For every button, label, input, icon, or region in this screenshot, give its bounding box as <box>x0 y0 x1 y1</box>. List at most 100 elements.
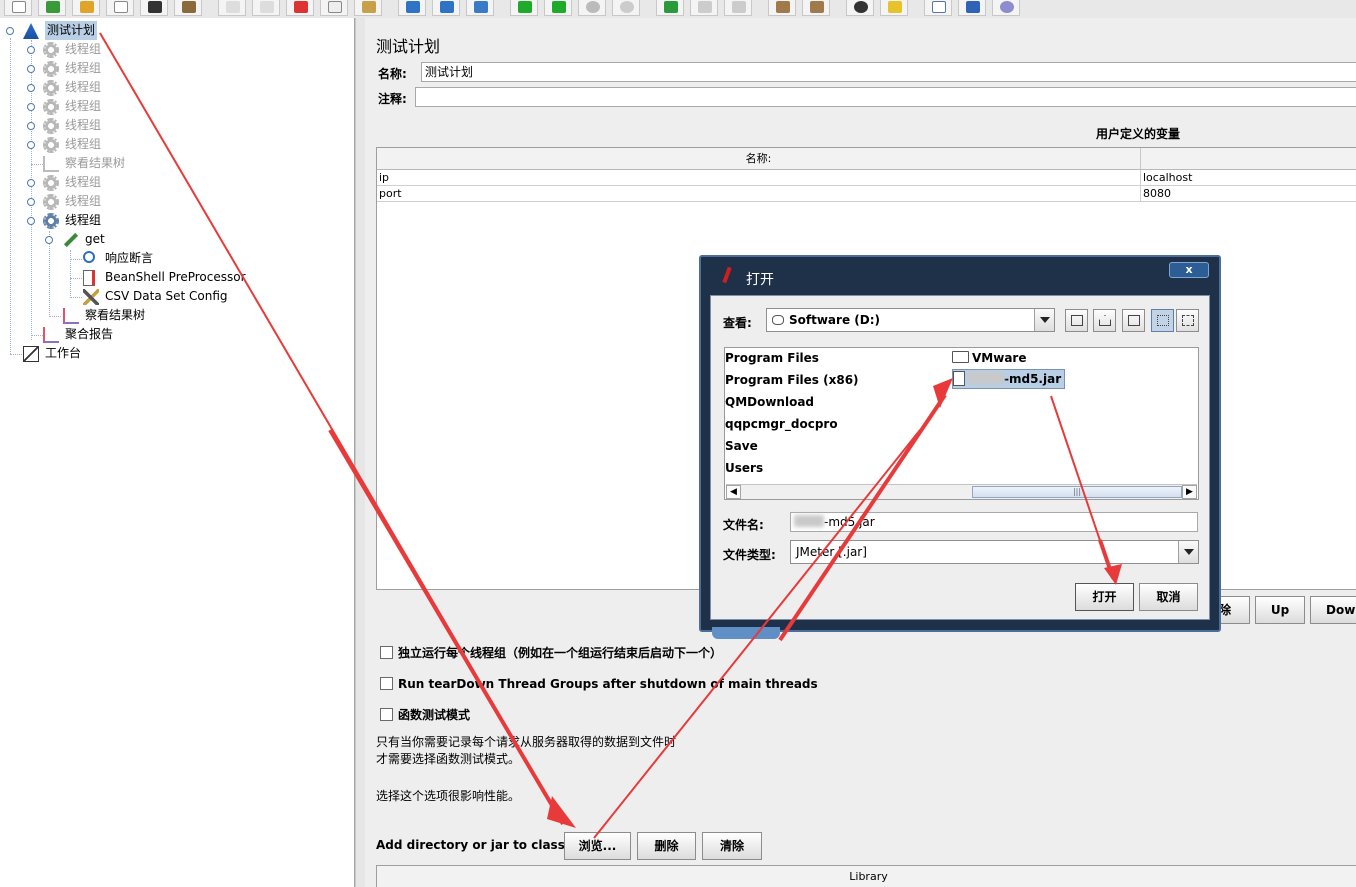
serialize-thread-groups-checkbox[interactable]: 独立运行每个线程组（例如在一个组运行结束后启动下一个） <box>380 644 722 662</box>
gear-icon <box>43 213 59 229</box>
table-cell[interactable]: localhost <box>1141 170 1356 186</box>
drive-icon <box>772 315 784 325</box>
table-cell[interactable]: 8080 <box>1141 186 1356 202</box>
expand-icon[interactable] <box>398 0 426 16</box>
cancel-button[interactable]: 取消 <box>1139 583 1198 611</box>
delete-classpath-button[interactable]: 删除 <box>637 832 696 860</box>
file-icon <box>953 371 965 386</box>
dialog-title: 打开 <box>746 272 774 288</box>
search-icon[interactable] <box>846 0 874 16</box>
remote-start-icon[interactable] <box>656 0 684 16</box>
chevron-down-icon[interactable] <box>1178 541 1198 563</box>
gear-icon <box>43 137 59 153</box>
comment-field[interactable] <box>415 87 1356 107</box>
page-title: 测试计划 <box>376 37 441 56</box>
dialog-body: 查看: Software (D:) Program Files Program … <box>710 295 1210 620</box>
tree-splitter[interactable] <box>355 18 365 887</box>
library-table: Library <box>376 865 1356 887</box>
filename-field[interactable]: -md5.jar <box>790 512 1198 532</box>
checkbox-box[interactable] <box>380 708 393 721</box>
list-item[interactable]: Program Files <box>725 348 819 368</box>
remote-shutdown-icon[interactable] <box>724 0 752 16</box>
feather-icon <box>722 266 732 284</box>
gear-icon <box>43 194 59 210</box>
chart-icon <box>43 156 59 172</box>
open-button[interactable]: 打开 <box>1075 583 1134 611</box>
log-icon[interactable] <box>992 0 1020 16</box>
redacted-text <box>794 515 824 527</box>
paste-icon[interactable] <box>354 0 382 16</box>
function-helper-icon[interactable] <box>924 0 952 16</box>
tree-items: 测试计划 线程组 线程组 线程组 线程组 线程组 线程组 察看结果树 线程组 线… <box>0 0 355 887</box>
scrollbar-thumb[interactable]: ||| <box>972 486 1182 498</box>
list-item[interactable]: qqpcmgr_docpro <box>725 414 838 434</box>
dialog-titlebar[interactable]: 打开 x <box>701 257 1219 295</box>
help-icon[interactable] <box>958 0 986 16</box>
filetype-label: 文件类型: <box>723 548 776 562</box>
list-item[interactable]: Save <box>725 436 758 456</box>
annotation-arrowhead <box>547 796 576 828</box>
shutdown-icon[interactable] <box>612 0 640 16</box>
up-folder-button[interactable] <box>1065 309 1088 332</box>
list-item-selected-jar[interactable]: -md5.jar <box>952 369 1066 389</box>
gear-icon <box>43 175 59 191</box>
name-field[interactable]: 测试计划 <box>421 62 1356 82</box>
start-no-pause-icon[interactable] <box>544 0 572 16</box>
list-item[interactable]: Users <box>725 458 763 478</box>
chevron-down-icon[interactable] <box>1034 309 1054 331</box>
performance-note: 选择这个选项很影响性能。 <box>376 789 521 803</box>
horizontal-scrollbar[interactable]: ◀ ||| ▶ <box>726 484 1197 499</box>
browse-button[interactable]: 浏览... <box>564 832 631 860</box>
gear-icon <box>43 42 59 58</box>
new-folder-icon <box>1128 315 1140 326</box>
list-item-folder[interactable]: VMware <box>952 348 1026 368</box>
checkbox-box[interactable] <box>380 646 393 659</box>
list-item[interactable]: QMDownload <box>725 392 814 412</box>
home-icon <box>1099 315 1111 326</box>
close-button[interactable]: x <box>1169 262 1209 278</box>
column-header-value[interactable] <box>1141 148 1356 170</box>
details-view-button[interactable] <box>1176 309 1199 332</box>
look-in-label: 查看: <box>723 316 752 330</box>
list-view-icon <box>1157 315 1169 326</box>
clear-icon[interactable] <box>768 0 796 16</box>
stop-icon[interactable] <box>578 0 606 16</box>
functional-test-mode-checkbox[interactable]: 函数测试模式 <box>380 706 470 724</box>
column-header-name[interactable]: 名称: <box>377 148 1141 170</box>
functional-mode-note: 只有当你需要记录每个请求从服务器取得的数据到文件时 <box>376 735 677 749</box>
filename-value: -md5.jar <box>824 515 875 529</box>
list-item[interactable]: Program Files (x86) <box>725 370 859 390</box>
home-button[interactable] <box>1093 309 1116 332</box>
teardown-on-shutdown-checkbox[interactable]: Run tearDown Thread Groups after shutdow… <box>380 675 818 693</box>
list-item-label: -md5.jar <box>1004 372 1062 386</box>
clear-all-icon[interactable] <box>802 0 830 16</box>
toggle-icon[interactable] <box>466 0 494 16</box>
tools-icon <box>83 289 99 305</box>
list-view-button[interactable] <box>1151 309 1174 332</box>
up-button[interactable]: Up <box>1255 596 1305 624</box>
checkbox-label: 函数测试模式 <box>398 708 471 722</box>
scroll-left-icon[interactable]: ◀ <box>726 485 741 499</box>
comment-label: 注释: <box>378 92 407 106</box>
magnifier-icon <box>83 251 95 263</box>
new-folder-button[interactable] <box>1122 309 1145 332</box>
table-cell[interactable]: port <box>377 186 1141 202</box>
checkbox-box[interactable] <box>380 677 393 690</box>
table-cell[interactable]: ip <box>377 170 1141 186</box>
reset-search-icon[interactable] <box>880 0 908 16</box>
look-in-combo[interactable]: Software (D:) <box>766 308 1055 332</box>
filetype-combo[interactable]: JMeter [.jar] <box>790 540 1199 564</box>
chart-icon <box>63 308 79 324</box>
workbench-icon <box>23 346 39 362</box>
open-file-dialog: 打开 x 查看: Software (D:) Program Files Pro… <box>699 255 1221 639</box>
down-button[interactable]: Down <box>1310 596 1356 624</box>
details-view-icon <box>1182 315 1194 326</box>
file-list: Program Files Program Files (x86) QMDown… <box>724 347 1199 500</box>
start-icon[interactable] <box>510 0 538 16</box>
column-header-library[interactable]: Library <box>377 866 1356 887</box>
clear-classpath-button[interactable]: 清除 <box>702 832 762 860</box>
redacted-text <box>968 372 1004 384</box>
collapse-icon[interactable] <box>432 0 460 16</box>
remote-stop-icon[interactable] <box>690 0 718 16</box>
scroll-right-icon[interactable]: ▶ <box>1182 485 1197 499</box>
